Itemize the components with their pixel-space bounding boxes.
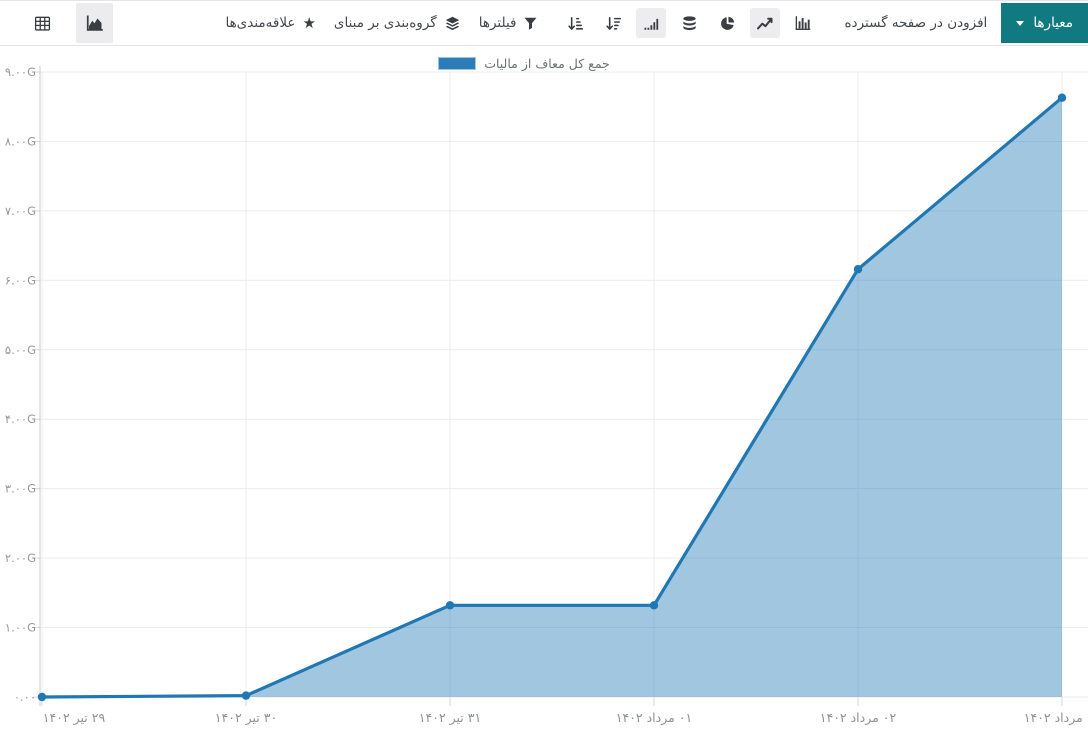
x-tick-label: ۳۱ تیر ۱۴۰۲ (419, 710, 481, 726)
y-tick-label: ۶.۰۰G (5, 273, 36, 287)
ascending-bars-icon (643, 15, 660, 32)
data-point[interactable] (854, 265, 862, 273)
sort-ascending-icon (567, 15, 584, 32)
x-tick-label: ۳۰ تیر ۱۴۰۲ (215, 710, 277, 726)
y-tick-label: ۸.۰۰G (5, 134, 36, 148)
graph-view-button[interactable] (76, 3, 113, 43)
legend-swatch (438, 57, 476, 70)
group-by-label: گروه‌بندی بر مبنای (334, 15, 437, 31)
pie-chart-button[interactable] (712, 8, 742, 38)
y-tick-label: ۷.۰۰G (5, 204, 36, 218)
filters-label: فیلترها (479, 15, 517, 31)
pivot-table-icon (33, 14, 52, 33)
sort-ascending-button[interactable] (560, 8, 590, 38)
data-point[interactable] (446, 601, 454, 609)
chart-legend[interactable]: جمع کل معاف از مالیات (0, 55, 1048, 71)
caret-down-icon (1016, 21, 1024, 30)
graph-view: ۰.۰۰ ۱.۰۰G ۲.۰۰G ۳.۰۰G ۴.۰۰G ۵.۰۰G ۶.۰۰G ۷.۰۰G ۸… (0, 46, 1088, 736)
sort-descending-icon (605, 15, 622, 32)
line-chart-icon (756, 14, 774, 32)
pivot-view-button[interactable] (24, 3, 61, 43)
x-tick-label: ۰۳ مرداد ۱۴۰۲ (1024, 710, 1088, 726)
data-point[interactable] (650, 601, 658, 609)
stacked-button[interactable] (674, 8, 704, 38)
insert-in-spreadsheet-button[interactable]: افزودن در صفحه گسترده (844, 15, 987, 31)
measures-button[interactable]: معیارها (1001, 3, 1088, 43)
chart-canvas: ۰.۰۰ ۱.۰۰G ۲.۰۰G ۳.۰۰G ۴.۰۰G ۵.۰۰G ۶.۰۰G ۷.۰۰G ۸… (0, 46, 1088, 736)
y-tick-label: ۰.۰۰ (14, 690, 36, 704)
sort-descending-button[interactable] (598, 8, 628, 38)
legend-label: جمع کل معاف از مالیات (484, 56, 610, 71)
filters-button[interactable]: فیلترها (479, 15, 539, 31)
x-tick-label: ۲۹ تیر ۱۴۰۲ (43, 710, 106, 726)
y-tick-label: ۵.۰۰G (5, 343, 36, 357)
pie-chart-icon (719, 15, 736, 32)
graph-settings-toolbar (560, 8, 818, 38)
measures-label: معیارها (1033, 15, 1073, 31)
group-by-button[interactable]: گروه‌بندی بر مبنای (334, 15, 461, 32)
ascending-order-button[interactable] (636, 8, 666, 38)
y-tick-label: ۲.۰۰G (5, 551, 36, 565)
bar-chart-icon (794, 14, 812, 32)
control-panel: معیارها افزودن در صفحه گسترده (0, 0, 1088, 46)
y-tick-label: ۱.۰۰G (5, 621, 36, 635)
filter-funnel-icon (523, 16, 538, 31)
data-point[interactable] (1058, 93, 1066, 101)
data-point[interactable] (38, 693, 46, 701)
star-icon: ★ (302, 16, 315, 31)
area-chart-view-icon (85, 13, 105, 33)
favorites-label: علاقه‌مندی‌ها (225, 15, 295, 31)
line-chart-button[interactable] (750, 8, 780, 38)
data-point[interactable] (242, 691, 250, 699)
favorites-button[interactable]: ★ علاقه‌مندی‌ها (225, 15, 315, 31)
stacked-icon (681, 15, 698, 32)
y-tick-label: ۴.۰۰G (5, 412, 36, 426)
y-tick-label: ۳.۰۰G (5, 482, 36, 496)
x-tick-label: ۰۲ مرداد ۱۴۰۲ (820, 710, 897, 726)
x-tick-label: ۰۱ مرداد ۱۴۰۲ (616, 710, 692, 726)
area-fill (42, 98, 1062, 697)
bar-chart-button[interactable] (788, 8, 818, 38)
layers-icon (444, 15, 461, 32)
